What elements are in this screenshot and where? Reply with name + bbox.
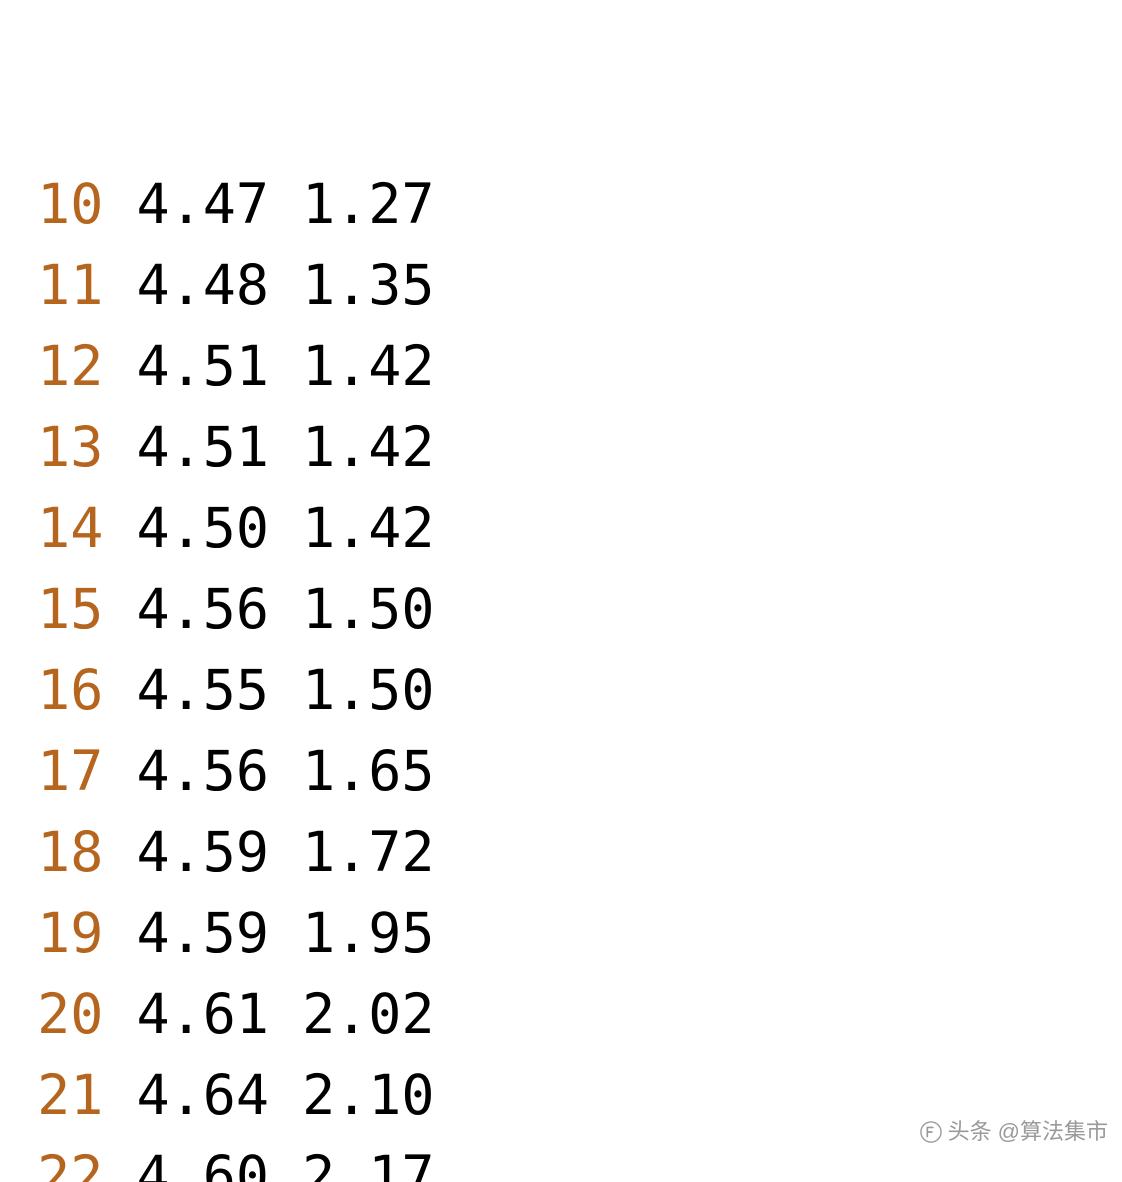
column-1-value: 4.59 (136, 820, 268, 884)
column-1-value: 4.60 (136, 1144, 268, 1182)
text-editor-viewport[interactable]: 10 4.47 1.27 11 4.48 1.35 12 4.51 1.42 1… (0, 0, 1122, 1182)
line-number: 11 (37, 253, 103, 317)
file-line: 11 4.48 1.35 (4, 245, 1122, 326)
column-2-value: 2.02 (302, 982, 434, 1046)
column-2-value: 1.72 (302, 820, 434, 884)
column-1-value: 4.61 (136, 982, 268, 1046)
column-2-value: 2.17 (302, 1144, 434, 1182)
file-line: 13 4.51 1.42 (4, 407, 1122, 488)
column-2-value: 1.42 (302, 334, 434, 398)
file-line: 14 4.50 1.42 (4, 488, 1122, 569)
line-number: 13 (37, 415, 103, 479)
column-1-value: 4.51 (136, 334, 268, 398)
line-number: 14 (37, 496, 103, 560)
column-2-value: 1.42 (302, 415, 434, 479)
file-line: 19 4.59 1.95 (4, 893, 1122, 974)
column-1-value: 4.50 (136, 496, 268, 560)
column-1-value: 4.47 (136, 172, 268, 236)
watermark-icon (920, 1121, 942, 1143)
file-line: 20 4.61 2.02 (4, 974, 1122, 1055)
line-number: 12 (37, 334, 103, 398)
column-2-value: 1.65 (302, 739, 434, 803)
line-number: 22 (37, 1144, 103, 1182)
line-number: 10 (37, 172, 103, 236)
watermark-handle: @算法集市 (998, 1091, 1108, 1172)
column-2-value: 1.50 (302, 658, 434, 722)
file-line: 16 4.55 1.50 (4, 650, 1122, 731)
line-number: 15 (37, 577, 103, 641)
line-number: 20 (37, 982, 103, 1046)
column-1-value: 4.56 (136, 577, 268, 641)
file-line: 12 4.51 1.42 (4, 326, 1122, 407)
column-2-value: 2.10 (302, 1063, 434, 1127)
watermark: 头条 @算法集市 (920, 1091, 1108, 1172)
column-1-value: 4.64 (136, 1063, 268, 1127)
column-1-value: 4.51 (136, 415, 268, 479)
file-line: 15 4.56 1.50 (4, 569, 1122, 650)
line-number: 18 (37, 820, 103, 884)
column-1-value: 4.55 (136, 658, 268, 722)
line-number: 17 (37, 739, 103, 803)
file-line: 17 4.56 1.65 (4, 731, 1122, 812)
file-line: 10 4.47 1.27 (4, 164, 1122, 245)
column-2-value: 1.50 (302, 577, 434, 641)
column-1-value: 4.59 (136, 901, 268, 965)
file-line: 18 4.59 1.72 (4, 812, 1122, 893)
column-1-value: 4.48 (136, 253, 268, 317)
column-1-value: 4.56 (136, 739, 268, 803)
line-number: 21 (37, 1063, 103, 1127)
column-2-value: 1.95 (302, 901, 434, 965)
column-2-value: 1.35 (302, 253, 434, 317)
column-2-value: 1.27 (302, 172, 434, 236)
column-2-value: 1.42 (302, 496, 434, 560)
line-number: 16 (37, 658, 103, 722)
line-number: 19 (37, 901, 103, 965)
watermark-prefix: 头条 (948, 1091, 992, 1172)
